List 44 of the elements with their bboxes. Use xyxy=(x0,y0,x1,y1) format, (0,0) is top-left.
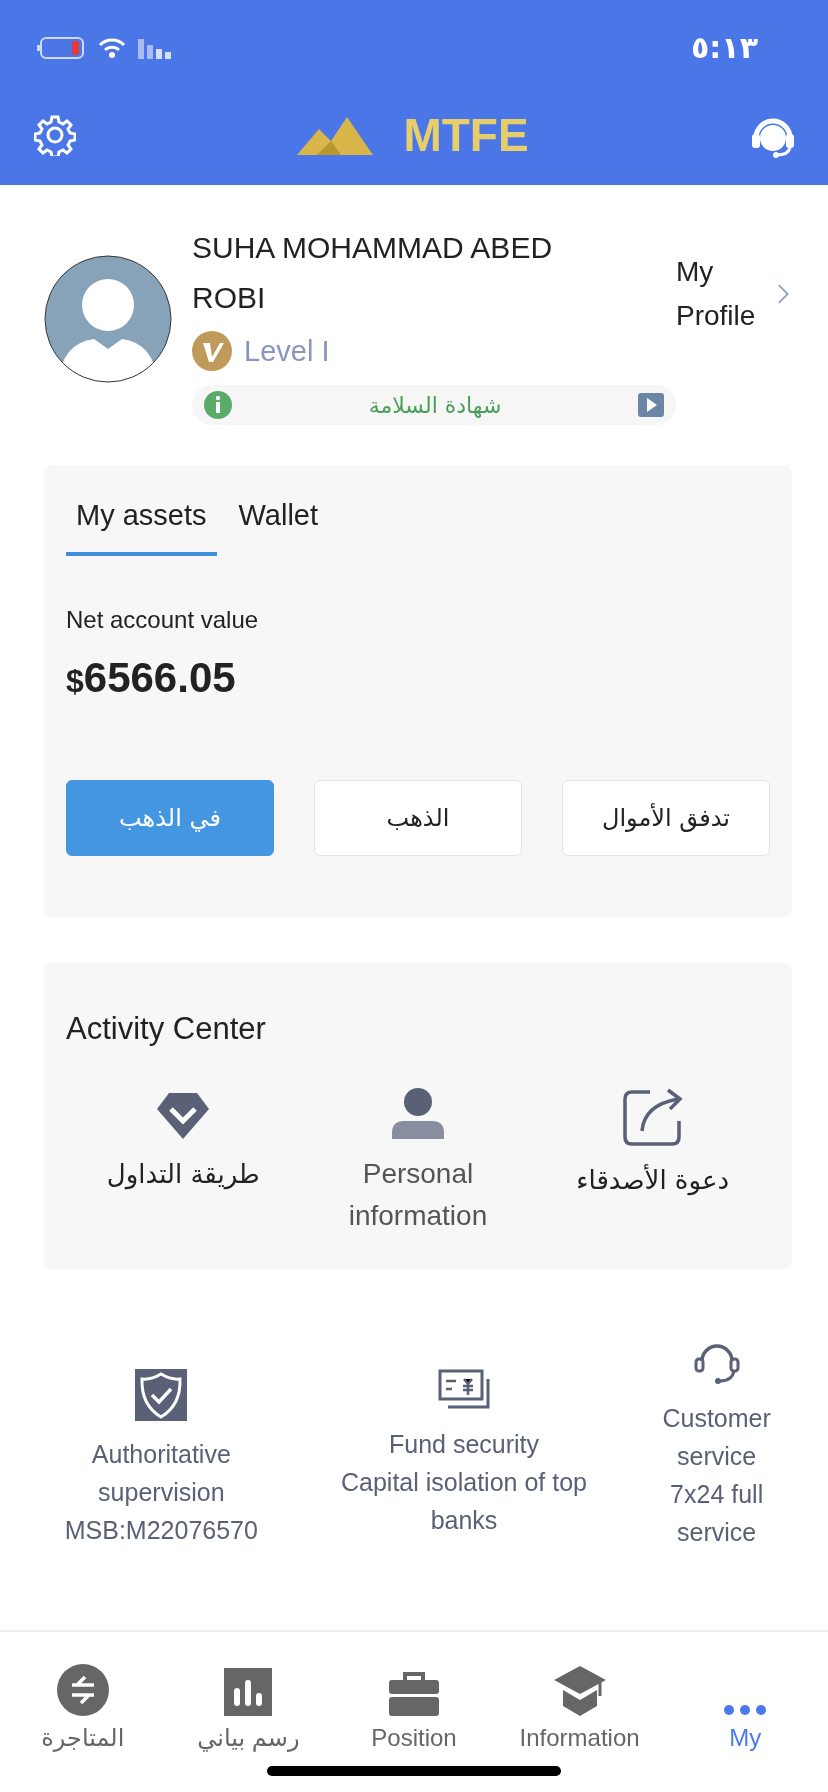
tab-bar-item[interactable]: My xyxy=(670,1642,821,1762)
currency-symbol: $ xyxy=(66,663,84,700)
graduation-cap-icon xyxy=(553,1664,606,1716)
feature-title: Customer service xyxy=(661,1403,772,1472)
activity-label[interactable]: دعوة الأصدقاء xyxy=(576,1159,729,1201)
briefcase-icon xyxy=(389,1670,439,1716)
feature-title: Fund security xyxy=(388,1429,539,1460)
account-amount: 6566.05 xyxy=(83,654,236,702)
exchange-icon xyxy=(56,1664,109,1716)
level-text: Level I xyxy=(244,334,330,368)
cheque-icon xyxy=(438,1369,490,1411)
feature-title: Authoritative supervision xyxy=(90,1439,232,1508)
bar-chart-icon xyxy=(224,1668,273,1716)
more-icon xyxy=(724,1704,767,1716)
activity-label[interactable]: طريقة التداول xyxy=(106,1153,260,1195)
net-value-label: Net account value xyxy=(66,606,260,634)
shield-check-icon xyxy=(135,1369,188,1421)
activity-title: Activity Center xyxy=(66,1011,267,1047)
tab-bar-item[interactable]: رسم بياني xyxy=(173,1642,324,1762)
chevron-right-icon[interactable] xyxy=(777,282,790,306)
action-button[interactable]: الذهب xyxy=(314,780,522,856)
tab-bar-item[interactable]: المتاجرة xyxy=(7,1642,158,1762)
level-badge-icon xyxy=(192,331,232,371)
certificate-text: شهادة السلامة xyxy=(367,392,503,418)
tab-bar-item[interactable]: Position xyxy=(339,1642,489,1762)
asset-tab[interactable]: Wallet xyxy=(228,489,329,556)
my-profile-link[interactable]: My Profile xyxy=(676,250,766,338)
feature-detail: MSB:M22076570 xyxy=(64,1515,258,1546)
activity-label[interactable]: Personal information xyxy=(303,1153,533,1237)
feature-detail: 7x24 full service xyxy=(669,1479,765,1548)
info-icon xyxy=(204,391,232,419)
signal-icon xyxy=(138,36,172,59)
logo-text: MTFE xyxy=(403,108,529,162)
asset-tab[interactable]: My assets xyxy=(66,489,217,556)
settings-icon[interactable] xyxy=(34,114,76,156)
wifi-icon xyxy=(98,36,126,59)
user-name: SUHA MOHAMMAD ABED ROBI xyxy=(192,230,554,316)
status-time: ٥:١٣ xyxy=(691,30,758,65)
tab-bar-item[interactable]: Information xyxy=(504,1642,655,1762)
feature-detail: Capital isolation of top banks xyxy=(340,1467,588,1536)
share-icon[interactable] xyxy=(621,1087,684,1149)
battery-icon xyxy=(36,35,86,60)
play-icon xyxy=(638,393,664,417)
action-button[interactable]: تدفق الأموال xyxy=(562,780,770,856)
